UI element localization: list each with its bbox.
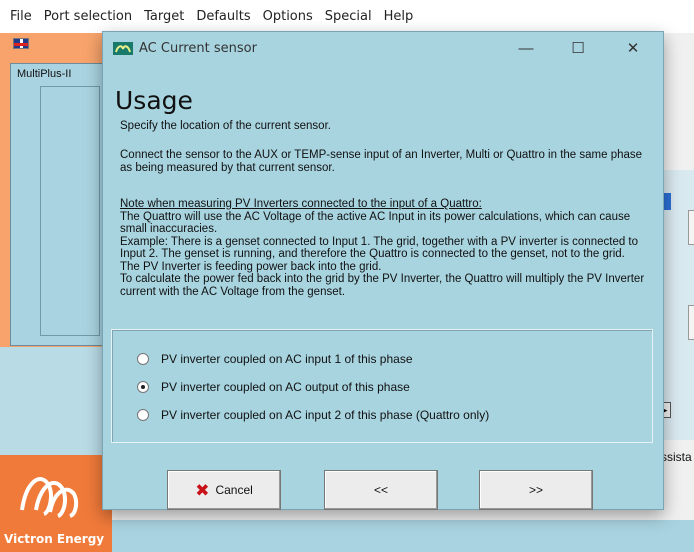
next-button[interactable]: >> xyxy=(479,470,593,510)
menu-help[interactable]: Help xyxy=(378,0,420,33)
product-panel: MultiPlus-II xyxy=(10,63,112,346)
left-lower-panel xyxy=(0,347,112,457)
option-label: PV inverter coupled on AC input 1 of thi… xyxy=(161,352,413,366)
option-label: PV inverter coupled on AC input 2 of thi… xyxy=(161,408,490,422)
menu-bar: File Port selection Target Defaults Opti… xyxy=(0,0,694,33)
back-button[interactable]: << xyxy=(324,470,438,510)
connect-instructions: Connect the sensor to the AUX or TEMP-se… xyxy=(120,149,643,174)
intro-text: Specify the location of the current sens… xyxy=(120,120,331,132)
menu-special[interactable]: Special xyxy=(319,0,378,33)
radio-ac-input-2[interactable] xyxy=(137,409,149,421)
cancel-x-icon: ✖ xyxy=(195,480,210,500)
dialog-titlebar[interactable]: AC Current sensor — ☐ ✕ xyxy=(103,32,663,66)
menu-file[interactable]: File xyxy=(4,0,38,33)
note-heading: Note when measuring PV Inverters connect… xyxy=(120,198,482,210)
note-line: Example: There is a genset connected to … xyxy=(120,235,639,273)
menu-target[interactable]: Target xyxy=(138,0,190,33)
minimize-icon[interactable]: — xyxy=(503,32,549,66)
product-label: MultiPlus-II xyxy=(17,68,72,80)
back-label: << xyxy=(373,483,388,497)
uk-flag-icon[interactable] xyxy=(13,38,29,49)
ac-current-sensor-dialog: AC Current sensor — ☐ ✕ Usage Specify th… xyxy=(102,31,664,510)
dialog-title: AC Current sensor xyxy=(139,41,257,56)
option-ac-input-1[interactable]: PV inverter coupled on AC input 1 of thi… xyxy=(137,350,413,368)
radio-ac-input-1[interactable] xyxy=(137,353,149,365)
assistant-label: ssista xyxy=(661,450,692,464)
option-ac-input-2[interactable]: PV inverter coupled on AC input 2 of thi… xyxy=(137,406,489,424)
cancel-label: Cancel xyxy=(215,483,253,497)
right-side-button-2[interactable] xyxy=(688,305,694,340)
option-ac-output[interactable]: PV inverter coupled on AC output of this… xyxy=(137,378,410,396)
victron-logo-text: Victron Energy xyxy=(4,532,105,546)
menu-port-selection[interactable]: Port selection xyxy=(38,0,138,33)
page-title: Usage xyxy=(115,86,193,115)
option-label: PV inverter coupled on AC output of this… xyxy=(161,380,410,394)
next-label: >> xyxy=(528,483,543,497)
note-line: To calculate the power fed back into the… xyxy=(120,273,645,298)
product-image-frame xyxy=(40,86,100,336)
menu-defaults[interactable]: Defaults xyxy=(190,0,256,33)
cancel-button[interactable]: ✖ Cancel xyxy=(167,470,281,510)
note-line: The Quattro will use the AC Voltage of t… xyxy=(120,210,631,236)
right-side-button-1[interactable] xyxy=(688,210,694,245)
close-icon[interactable]: ✕ xyxy=(610,32,656,66)
radio-ac-output[interactable] xyxy=(137,381,149,393)
victron-logo-icon xyxy=(20,477,79,518)
quattro-note: Note when measuring PV Inverters connect… xyxy=(120,198,645,298)
victron-app-icon xyxy=(113,42,133,55)
maximize-icon[interactable]: ☐ xyxy=(555,32,601,66)
menu-options[interactable]: Options xyxy=(257,0,319,33)
bottom-strip xyxy=(112,520,694,552)
